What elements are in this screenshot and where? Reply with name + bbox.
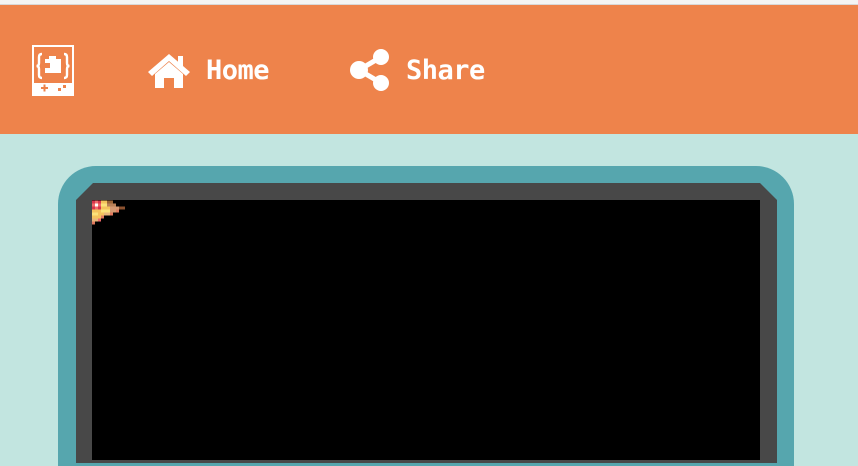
share-icon: [350, 49, 389, 91]
gameboy-logo-icon: [32, 45, 74, 96]
navbar: Home Share: [0, 5, 858, 134]
nav-home-label: Home: [206, 54, 270, 86]
home-icon: [148, 54, 190, 88]
sprig-logo-icon[interactable]: [32, 45, 74, 96]
nav-share-link[interactable]: Share: [348, 49, 485, 91]
nav-home-link[interactable]: Home: [146, 50, 270, 90]
player-sprite-icon: [92, 200, 125, 225]
nav-share-label: Share: [406, 54, 485, 86]
game-screen[interactable]: [92, 200, 760, 460]
